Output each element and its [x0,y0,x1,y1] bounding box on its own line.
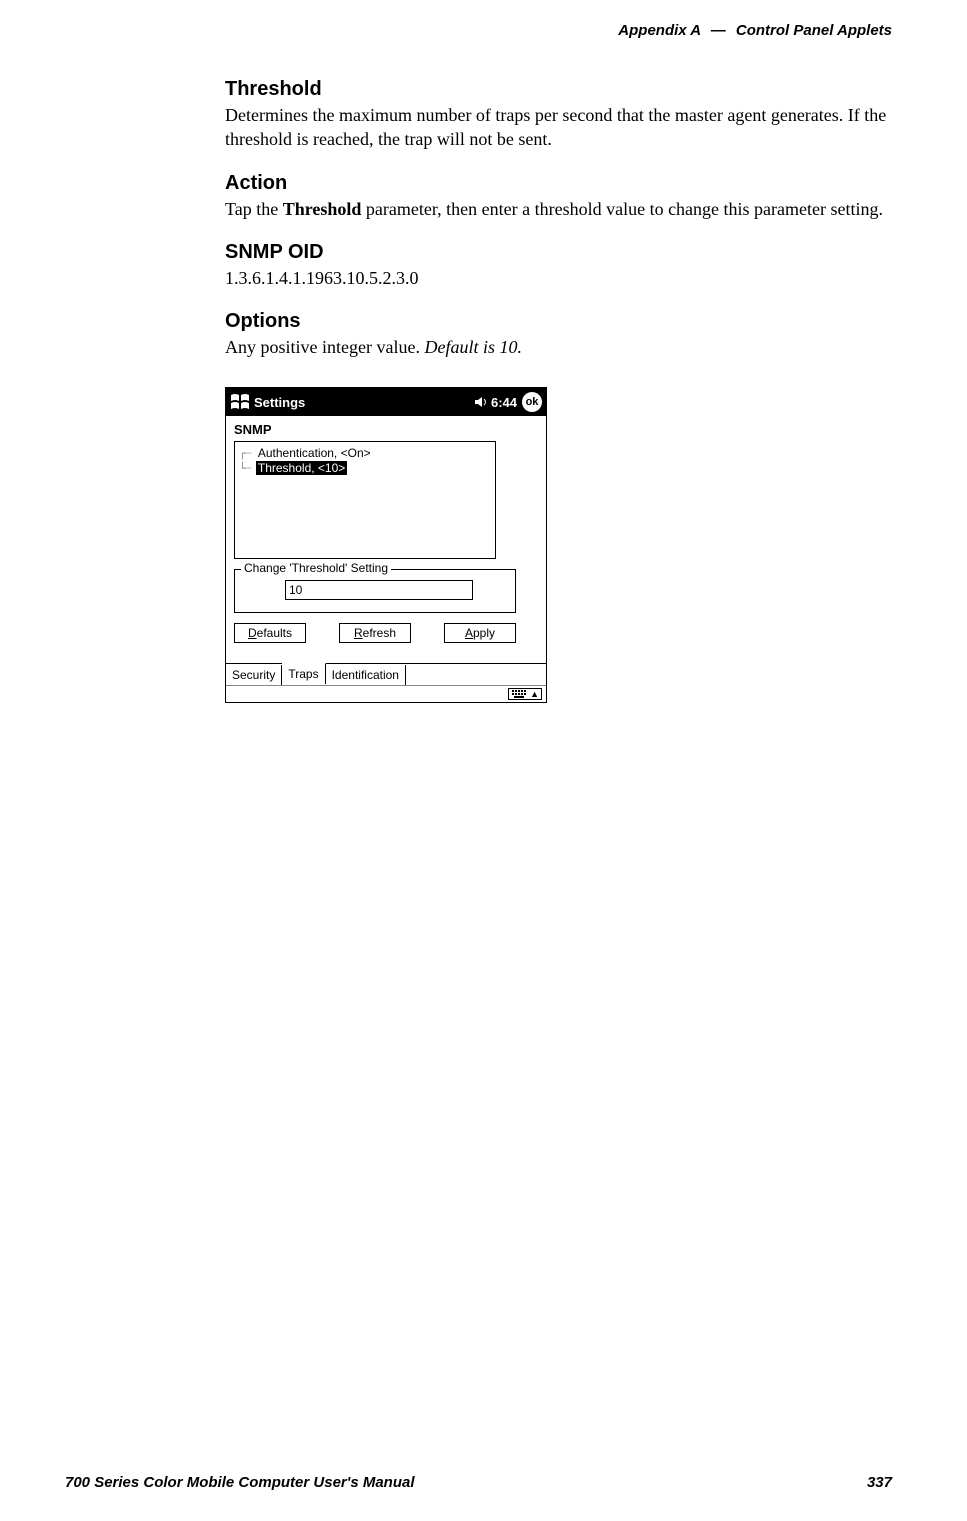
threshold-heading: Threshold [225,78,895,101]
tab-security[interactable]: Security [226,665,282,685]
running-header: Appendix A — Control Panel Applets [618,22,892,39]
tree-item-authentication[interactable]: ┌┈ Authentication, <On> [239,446,491,460]
clock-time: 6:44 [491,395,517,410]
device-screenshot: Settings 6:44 ok SNMP ┌┈ Authentication,… [225,387,547,703]
options-text: Any positive integer value. Default is 1… [225,335,895,359]
tree-item-threshold[interactable]: └┈ Threshold, <10> [239,461,491,475]
apply-button[interactable]: Apply [444,623,516,643]
snmp-panel: SNMP ┌┈ Authentication, <On> └┈ Threshol… [226,416,546,663]
tab-traps[interactable]: Traps [282,663,325,684]
sip-bar: ▲ [226,685,546,702]
snmp-text: 1.3.6.1.4.1.1963.10.5.2.3.0 [225,266,895,290]
options-heading: Options [225,310,895,333]
snmp-heading: SNMP OID [225,241,895,264]
button-row: Defaults Refresh Apply [234,623,516,643]
page-content: Threshold Determines the maximum number … [225,78,895,703]
action-bold: Threshold [283,199,362,219]
action-text: Tap the Threshold parameter, then enter … [225,197,895,221]
fieldset-legend: Change 'Threshold' Setting [241,561,391,575]
footer-page: 337 [867,1474,892,1491]
keyboard-icon[interactable]: ▲ [508,688,542,700]
appendix-label: Appendix A [618,22,700,39]
window-title: Settings [254,395,474,410]
tab-bar: Security Traps Identification [226,663,546,685]
threshold-text: Determines the maximum number of traps p… [225,103,895,152]
sip-arrow-icon: ▲ [530,690,539,699]
footer-manual: 700 Series Color Mobile Computer User's … [65,1474,415,1491]
action-heading: Action [225,172,895,195]
header-title: Control Panel Applets [736,22,892,39]
options-italic: Default is 10. [424,337,522,357]
speaker-icon [474,395,488,409]
window-titlebar: Settings 6:44 ok [226,388,546,416]
tree-view[interactable]: ┌┈ Authentication, <On> └┈ Threshold, <1… [234,441,496,559]
tab-identification[interactable]: Identification [326,665,406,685]
refresh-button[interactable]: Refresh [339,623,411,643]
header-dash: — [711,22,726,39]
defaults-button[interactable]: Defaults [234,623,306,643]
ok-button[interactable]: ok [522,392,542,412]
page-footer: 700 Series Color Mobile Computer User's … [65,1474,892,1491]
windows-flag-icon [230,393,250,411]
app-title: SNMP [234,422,538,437]
threshold-input[interactable] [285,580,473,600]
change-threshold-fieldset: Change 'Threshold' Setting [234,569,516,613]
